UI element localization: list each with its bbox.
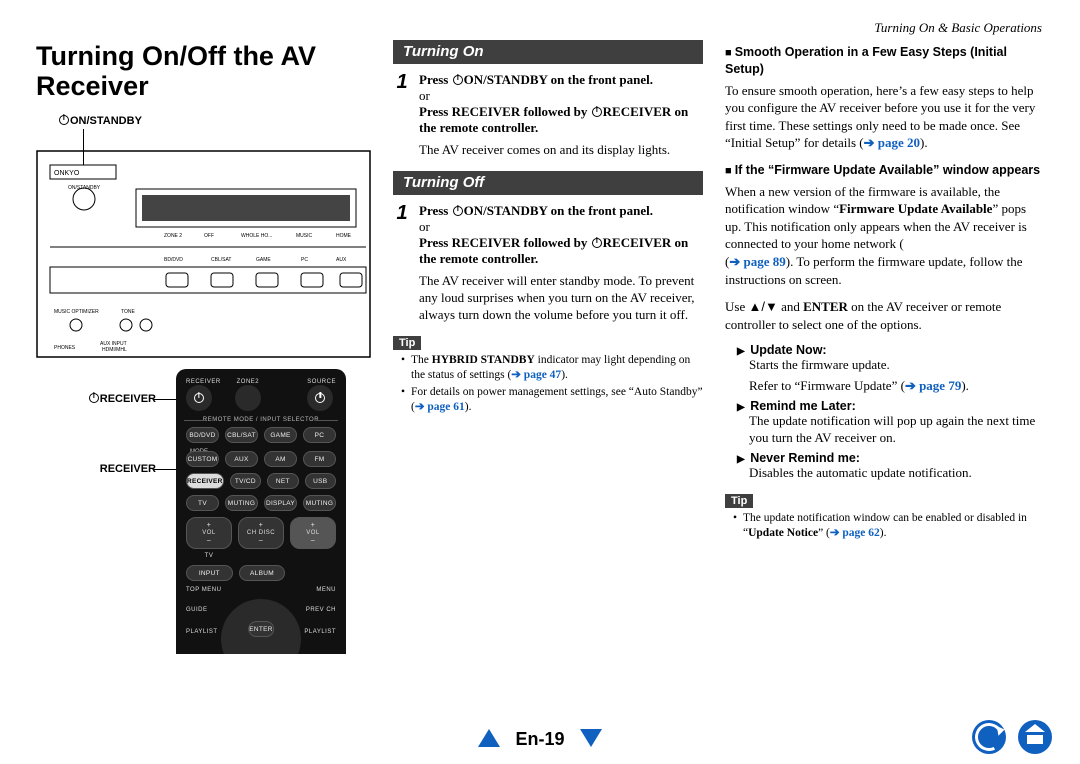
option-list: Update Now: Starts the firmware update. … xyxy=(737,343,1044,481)
remote-ch-disc: +CH DISC– xyxy=(238,517,284,549)
page-footer: En-19 xyxy=(0,729,1080,750)
remote-btn: NET xyxy=(267,473,298,489)
remote-label: ZONE2 xyxy=(235,379,261,385)
tip-item: The HYBRID STANDBY indicator may light d… xyxy=(403,353,703,383)
remote-btn: USB xyxy=(305,473,336,489)
remote-btn: MUTING xyxy=(303,495,336,511)
power-icon xyxy=(89,393,99,403)
remote-body: RECEIVER ZONE2 SOURCE REMOTE xyxy=(176,369,346,654)
power-icon xyxy=(315,393,325,403)
remote-btn: DISPLAY xyxy=(264,495,297,511)
remote-vol: +VOL– xyxy=(290,517,336,549)
footer-nav-buttons xyxy=(972,720,1052,754)
remote-receiver-btn: RECEIVER xyxy=(186,473,224,489)
tip-badge: Tip xyxy=(393,336,421,350)
step-number: 1 xyxy=(393,203,411,223)
power-icon xyxy=(453,75,463,85)
step-1-on: 1 Press ON/STANDBY on the front panel. o… xyxy=(393,72,703,136)
remote-btn: INPUT xyxy=(186,565,233,581)
back-button[interactable] xyxy=(972,720,1006,754)
remote-enter-btn: ENTER xyxy=(248,621,274,637)
remote-btn: TV/CD xyxy=(230,473,261,489)
column-middle: Turning On 1 Press ON/STANDBY on the fro… xyxy=(393,40,703,659)
page-link[interactable]: ➔ page 89 xyxy=(729,254,785,269)
tip-item: The update notification window can be en… xyxy=(735,511,1044,541)
next-page-icon[interactable] xyxy=(580,729,602,747)
remote-label: MENU xyxy=(316,587,336,593)
remote-btn: MUTING xyxy=(225,495,258,511)
remote-label: RECEIVER xyxy=(186,379,221,385)
remote-btn: PC xyxy=(303,427,336,443)
remote-btn: AM xyxy=(264,451,297,467)
remote-tv-vol: +VOL– xyxy=(186,517,232,549)
prev-page-icon[interactable] xyxy=(478,729,500,747)
option-remind-later: Remind me Later: xyxy=(737,399,1044,413)
remote-power-receiver xyxy=(186,385,212,411)
remote-label: PLAYLIST xyxy=(304,629,336,635)
remote-btn: FM xyxy=(303,451,336,467)
remote-label: PREV CH xyxy=(306,607,336,613)
power-icon xyxy=(592,238,602,248)
remote-label: PLAYLIST xyxy=(186,629,218,635)
undo-icon xyxy=(971,719,1007,755)
or-text: or xyxy=(419,88,430,103)
remote-separator: REMOTE MODE / INPUT SELECTOR xyxy=(186,417,336,423)
remote-btn: ALBUM xyxy=(239,565,286,581)
remote-btn: TV xyxy=(186,495,219,511)
manual-page: Turning On & Basic Operations Turning On… xyxy=(0,0,1080,764)
page-number: En-19 xyxy=(515,729,564,749)
or-text: or xyxy=(419,219,430,234)
tip-badge: Tip xyxy=(725,494,753,508)
power-icon xyxy=(592,107,602,117)
page-link[interactable]: ➔ page 20 xyxy=(864,135,920,150)
remote-label: TOP MENU xyxy=(186,587,221,593)
tip-item: For details on power management settings… xyxy=(403,385,703,415)
remote-label: GUIDE xyxy=(186,607,208,613)
turning-on-body: The AV receiver comes on and its display… xyxy=(419,142,703,159)
heading-initial-setup: Smooth Operation in a Few Easy Steps (In… xyxy=(725,44,1044,78)
step-1-off: 1 Press ON/STANDBY on the front panel. o… xyxy=(393,203,703,267)
option-update-now: Update Now: xyxy=(737,343,1044,357)
heading-firmware-update: If the “Firmware Update Available” windo… xyxy=(725,162,1044,179)
step-number: 1 xyxy=(393,72,411,92)
power-icon xyxy=(453,206,463,216)
home-icon xyxy=(1027,730,1043,744)
remote-label: TV xyxy=(186,553,232,559)
heading-turning-off: Turning Off xyxy=(393,171,703,195)
page-link[interactable]: ➔ page 79 xyxy=(905,378,961,393)
remote-zone2-btn xyxy=(235,385,261,411)
tip-list: The HYBRID STANDBY indicator may light d… xyxy=(393,353,703,416)
remote-label: SOURCE xyxy=(307,379,336,385)
remote-btn: AUX xyxy=(225,451,258,467)
page-link[interactable]: ➔ page 62 xyxy=(830,527,880,539)
heading-turning-on: Turning On xyxy=(393,40,703,64)
firmware-body-2: Use ▲/▼ and ENTER on the AV receiver or … xyxy=(725,298,1044,333)
page-link[interactable]: ➔ page 61 xyxy=(415,401,465,413)
label-receiver-power: RECEIVER xyxy=(36,393,156,405)
label-receiver-btn: RECEIVER xyxy=(36,463,156,475)
power-icon xyxy=(194,393,204,403)
remote-btn: CBL/SAT xyxy=(225,427,258,443)
remote-btn: GAME xyxy=(264,427,297,443)
remote-power-source xyxy=(307,385,333,411)
remote-btn: BD/DVD xyxy=(186,427,219,443)
home-button[interactable] xyxy=(1018,720,1052,754)
column-left: Turning On/Off the AV Receiver ON/STANDB… xyxy=(36,40,371,659)
breadcrumb: Turning On & Basic Operations xyxy=(36,20,1044,36)
initial-setup-body: To ensure smooth operation, here’s a few… xyxy=(725,82,1044,152)
option-never-remind: Never Remind me: xyxy=(737,451,1044,465)
column-right: Smooth Operation in a Few Easy Steps (In… xyxy=(725,40,1044,659)
turning-off-body: The AV receiver will enter standby mode.… xyxy=(419,273,703,324)
front-panel-overlay xyxy=(36,115,371,367)
page-link[interactable]: ➔ page 47 xyxy=(511,369,561,381)
remote-btn: CUSTOM xyxy=(186,451,219,467)
remote-diagram: RECEIVER RECEIVER RECEIVER ZONE2 xyxy=(36,369,371,659)
page-title: Turning On/Off the AV Receiver xyxy=(36,42,371,101)
front-panel-diagram: ON/STANDBY ONKYO ON/STANDBY ZONE 2OFF WH… xyxy=(36,115,371,359)
firmware-body-1: When a new version of the firmware is av… xyxy=(725,183,1044,288)
tip-list: The update notification window can be en… xyxy=(725,511,1044,541)
